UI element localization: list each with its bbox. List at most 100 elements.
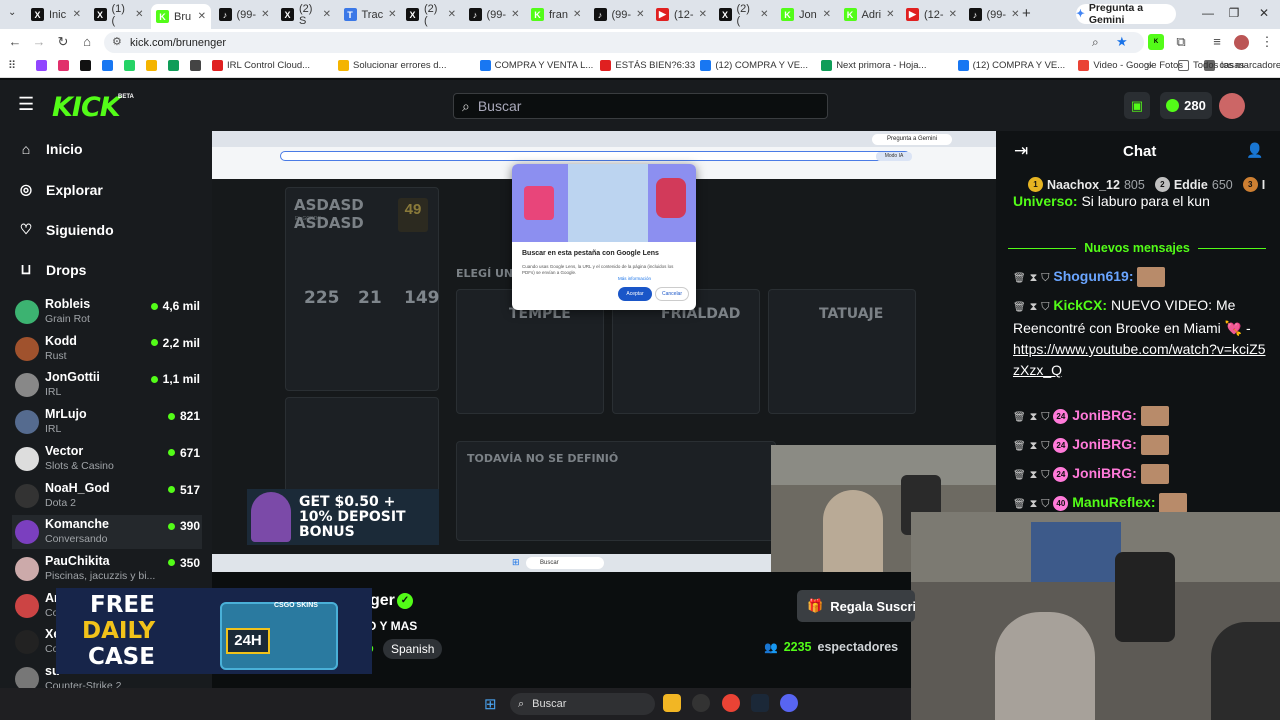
tab-close-icon[interactable]: ✕ [823, 9, 831, 20]
browser-tab[interactable]: ♪ (99- ✕ [464, 4, 524, 25]
bookmark-item[interactable] [80, 60, 91, 71]
channel-item[interactable]: Kodd Rust 2,2 mil [12, 332, 202, 366]
leaderboard-entry[interactable]: 1 Naachox_12 805 [1028, 177, 1145, 192]
ban-icon[interactable]: ⛉ [1041, 411, 1049, 423]
chat-users-icon[interactable]: 👤 [1246, 142, 1263, 159]
bookmark-item[interactable] [168, 60, 179, 71]
gemini-button[interactable]: ✦ Pregunta a Gemini [1076, 2, 1176, 26]
tab-close-icon[interactable]: ✕ [949, 9, 957, 20]
taskbar-search[interactable]: ⌕ Buscar [510, 693, 655, 715]
forward-icon[interactable]: → [30, 34, 48, 49]
language-tag[interactable]: Spanish [383, 639, 443, 659]
kick-logo[interactable]: KICK [52, 92, 121, 123]
browser-tab[interactable]: ♪ (99- ✕ [589, 4, 649, 25]
leaderboard-entry[interactable]: 3I [1242, 177, 1269, 192]
channel-item[interactable]: Robleis Grain Rot 4,6 mil [12, 295, 202, 329]
trash-icon[interactable]: 🗑 [1013, 499, 1026, 510]
bookmark-star-icon[interactable]: ★ [1116, 34, 1128, 50]
browser-tab[interactable]: K Bru ✕ [151, 4, 211, 29]
ban-icon[interactable]: ⛉ [1041, 301, 1049, 313]
bookmark-item[interactable] [58, 60, 69, 71]
browser-tab[interactable]: K Jon ✕ [776, 4, 836, 25]
timeout-icon[interactable]: ⧗ [1030, 272, 1038, 284]
tab-close-icon[interactable]: ✕ [261, 9, 269, 20]
tab-close-icon[interactable]: ✕ [448, 9, 456, 20]
chat-link[interactable]: https://www.youtube.com/watch?v=kciZ5zXz… [1013, 341, 1266, 378]
channel-item[interactable]: JonGottii IRL 1,1 mil [12, 368, 202, 402]
bookmark-item[interactable] [36, 60, 47, 71]
browser-tab[interactable]: X (2) (✕ [714, 3, 774, 27]
tab-close-icon[interactable]: ✕ [886, 9, 894, 20]
bookmark-item[interactable]: IRL Control Cloud... [212, 60, 310, 71]
ban-icon[interactable]: ⛉ [1041, 440, 1049, 452]
browser-tab[interactable]: ♪ (99- ✕ [214, 4, 274, 25]
tab-close-icon[interactable]: ✕ [198, 11, 206, 22]
trash-icon[interactable]: 🗑 [1013, 273, 1026, 284]
browser-tab[interactable]: Kfran ✕ [526, 4, 586, 25]
user-avatar[interactable] [1219, 93, 1245, 119]
browser-tab[interactable]: X (1) (✕ [89, 3, 149, 27]
tab-close-icon[interactable]: ✕ [636, 9, 644, 20]
profile-avatar[interactable] [1234, 35, 1249, 50]
chat-username[interactable]: Shogun619: [1053, 268, 1133, 284]
trash-icon[interactable]: 🗑 [1013, 470, 1026, 481]
tab-close-icon[interactable]: ✕ [511, 9, 519, 20]
deposit-bonus-ad[interactable]: GET $0.50 + 10% DEPOSIT BONUS [247, 489, 439, 545]
bookmark-item[interactable]: ESTÁS BIEN?6:33 [600, 60, 695, 71]
channel-item[interactable]: Komanche Conversando 390 [12, 515, 202, 550]
bookmark-item[interactable] [124, 60, 135, 71]
channel-item[interactable]: MrLujo IRL 821 [12, 405, 202, 439]
chat-username[interactable]: JoniBRG: [1072, 407, 1137, 423]
more-bookmarks-icon[interactable]: » [1146, 60, 1152, 72]
nav-siguiendo[interactable]: ♡ Siguiendo [18, 221, 114, 238]
chat-username[interactable]: ManuReflex: [1072, 494, 1155, 510]
browser-tab[interactable]: ▶ (12- ✕ [651, 4, 711, 25]
menu-dots-icon[interactable]: ⋮ [1258, 34, 1276, 50]
bookmark-item[interactable]: Solucionar errores d... [338, 60, 446, 71]
bookmark-item[interactable] [190, 60, 201, 71]
url-input[interactable]: ⚙ kick.com/brunenger ⌕ ★ [104, 32, 1144, 53]
minimize-icon[interactable]: — [1196, 6, 1220, 20]
timeout-icon[interactable]: ⧗ [1030, 498, 1038, 510]
streamer-name[interactable]: ger [370, 592, 395, 610]
timeout-icon[interactable]: ⧗ [1030, 469, 1038, 481]
channel-item[interactable]: NoaH_God Dota 2 517 [12, 479, 202, 513]
timeout-icon[interactable]: ⧗ [1030, 411, 1038, 423]
tab-search-icon[interactable]: ⌄ [8, 7, 16, 18]
chat-username[interactable]: KickCX: [1053, 297, 1107, 313]
bookmark-item[interactable] [102, 60, 113, 71]
site-info-icon[interactable]: ⚙ [112, 35, 122, 48]
restore-icon[interactable]: ❐ [1222, 6, 1246, 20]
nav-explorar[interactable]: ◎ Explorar [18, 181, 103, 198]
bookmark-item[interactable]: (12) COMPRA Y VE... [700, 60, 808, 71]
windows-start-icon[interactable]: ⊞ [484, 695, 497, 713]
zoom-icon[interactable]: ⌕ [1092, 35, 1099, 50]
trash-icon[interactable]: 🗑 [1013, 302, 1026, 313]
browser-tab[interactable]: ▶ (12- ✕ [901, 4, 961, 25]
trash-icon[interactable]: 🗑 [1013, 441, 1026, 452]
all-bookmarks-button[interactable]: Todos los marcadores [1178, 60, 1280, 71]
media-icon[interactable]: ≡ [1208, 34, 1226, 49]
free-daily-case-ad[interactable]: FREE DAILY CASE CSGO SKINS 24H [56, 588, 372, 674]
ban-icon[interactable]: ⛉ [1041, 272, 1049, 284]
steam-icon[interactable] [751, 694, 769, 712]
bookmark-item[interactable]: Video - Google Fotos [1078, 60, 1183, 71]
tab-close-icon[interactable]: ✕ [135, 9, 143, 20]
ban-icon[interactable]: ⛉ [1041, 498, 1049, 510]
tab-close-icon[interactable]: ✕ [573, 9, 581, 20]
new-tab-button[interactable]: + [1022, 5, 1031, 22]
kick-streamer-icon[interactable]: ▣ [1124, 92, 1150, 119]
hamburger-menu-icon[interactable]: ☰ [18, 94, 34, 115]
channel-item[interactable]: Vector Slots & Casino 671 [12, 442, 202, 476]
extensions-icon[interactable]: ⧉ [1172, 34, 1190, 50]
reload-icon[interactable]: ↻ [54, 34, 72, 50]
bookmark-item[interactable] [146, 60, 157, 71]
search-input[interactable]: ⌕ Buscar [453, 93, 828, 119]
nav-inicio[interactable]: ⌂ Inicio [18, 141, 83, 157]
kick-extension-icon[interactable]: K [1148, 34, 1164, 50]
leaderboard-entry[interactable]: 2 Eddie 650 [1154, 177, 1233, 192]
bookmark-item[interactable]: COMPRA Y VENTA L... [479, 60, 593, 71]
timeout-icon[interactable]: ⧗ [1030, 440, 1038, 452]
timeout-icon[interactable]: ⧗ [1030, 301, 1038, 313]
browser-tab[interactable]: ♪ (99- ✕ [964, 4, 1024, 25]
